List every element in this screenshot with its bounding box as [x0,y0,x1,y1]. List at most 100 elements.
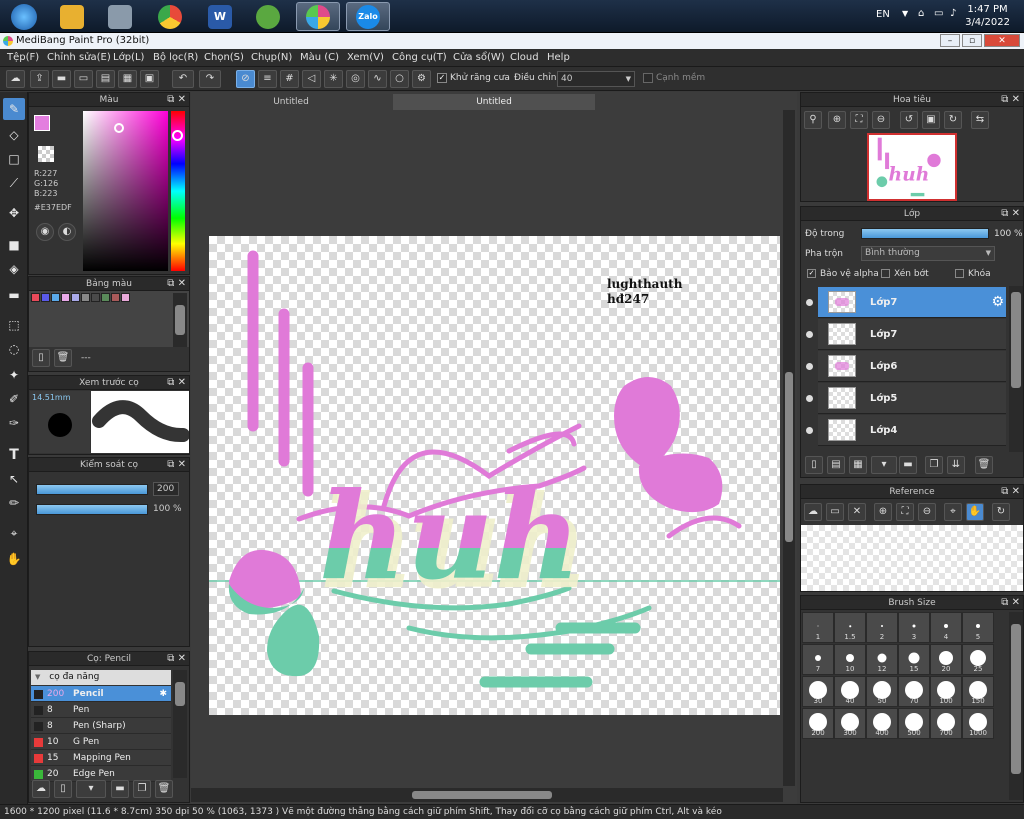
palette-swatch[interactable] [31,293,40,302]
brush-settings-icon[interactable]: ✱ [159,686,167,702]
panel-close-icon[interactable]: ⧉ ✕ [167,93,186,107]
brush-group-header[interactable]: ▼ cọ đa năng [31,670,171,685]
lock-checkbox[interactable] [955,269,964,278]
hand-tool-icon[interactable]: ✋ [3,548,25,570]
pages-icon[interactable]: ▦ [118,70,137,88]
brush-list-item[interactable]: 8 Pen [31,702,171,718]
brush-size-option[interactable]: 500 [898,708,930,739]
reference-close-icon[interactable]: ✕ [848,503,866,521]
duplicate-layer-icon[interactable]: ❐ [925,456,943,474]
taskbar-camtasia[interactable] [246,2,290,31]
fit-icon[interactable]: ⛶ [850,111,868,129]
layer-item[interactable]: Lớp7 [818,319,1006,350]
taskbar-zalo[interactable]: Zalo [346,2,390,31]
brush-size-slider[interactable] [36,484,148,495]
antialias-checkbox[interactable]: ✓ [437,73,447,83]
menu-view[interactable]: Xem(V) [347,52,384,63]
reference-view[interactable] [801,525,1023,591]
close-button[interactable]: ✕ [984,34,1020,47]
canvas-horizontal-scrollbar[interactable] [191,788,783,802]
operation-tool-icon[interactable]: ↖ [3,468,25,490]
rotate-left-icon[interactable]: ↺ [900,111,918,129]
brush-size-option[interactable]: 30 [802,676,834,707]
brush-size-option[interactable]: 400 [866,708,898,739]
eyedropper-tool-icon[interactable]: ⌖ [3,522,25,544]
palette-icon[interactable]: ◉ [36,223,54,241]
zoom-out-nav-icon[interactable]: ⚲ [804,111,822,129]
panel-close-icon[interactable]: ⧉ ✕ [167,376,186,390]
brush-size-option[interactable]: 300 [834,708,866,739]
magic-wand-tool-icon[interactable]: ✦ [3,364,25,386]
brush-size-option[interactable]: 10 [834,644,866,675]
snap-curve-icon[interactable]: ∿ [368,70,387,88]
actual-size-icon[interactable]: ▣ [922,111,940,129]
menu-edit[interactable]: Chỉnh sửa(E) [47,52,111,63]
panel-close-icon[interactable]: ⧉ ✕ [167,277,186,291]
brush-size-scrollbar[interactable] [1009,612,1023,800]
document-tab-2[interactable]: Untitled [393,94,595,110]
brush-list-item[interactable]: 200 Pencil ✱ [31,686,171,702]
bucket-tool-icon[interactable]: ◈ [3,258,25,280]
brush-size-option[interactable]: 700 [930,708,962,739]
taskbar-chrome[interactable] [148,2,192,31]
foreground-color-swatch[interactable] [34,115,50,131]
flip-icon[interactable]: ⇆ [971,111,989,129]
reference-zoom-in-icon[interactable]: ⊕ [874,503,892,521]
move-tool-icon[interactable]: ✥ [3,202,25,224]
language-indicator[interactable]: EN [876,9,890,20]
reference-open-icon[interactable]: ▭ [826,503,844,521]
menu-capture[interactable]: Chụp(N) [251,52,292,63]
brush-size-option[interactable]: 1 [802,612,834,643]
protect-alpha-checkbox[interactable]: ✓ [807,269,816,278]
palette-scrollbar[interactable] [173,293,187,347]
palette-swatch[interactable] [121,293,130,302]
monitor-icon[interactable]: ▭ [934,8,943,19]
snap-perspective-icon[interactable]: ◁ [302,70,321,88]
brush-size-option[interactable]: 70 [898,676,930,707]
layers-scrollbar[interactable] [1009,286,1023,452]
menu-layer[interactable]: Lớp(L) [113,52,144,63]
layer-item[interactable]: Lớp7 ⚙ [818,287,1006,318]
network-icon[interactable]: ⌂ [918,8,924,19]
brush-size-option[interactable]: 20 [930,644,962,675]
start-button[interactable] [2,2,46,31]
panel-close-icon[interactable]: ⧉ ✕ [167,458,186,472]
text-tool-icon[interactable]: T [3,444,25,466]
add-brush-menu-icon[interactable]: ▾ [76,780,106,798]
taskbar-word[interactable]: W [198,2,242,31]
reference-cloud-icon[interactable]: ☁ [804,503,822,521]
palette-swatch[interactable] [101,293,110,302]
menu-cloud[interactable]: Cloud [510,52,539,63]
undo-icon[interactable]: ↶ [172,70,194,88]
reference-eyedropper-icon[interactable]: ⌖ [944,503,962,521]
layer-visibility-icon[interactable] [806,427,813,434]
maximize-button[interactable]: ▫ [962,34,982,47]
panel-close-icon[interactable]: ⧉ ✕ [1001,485,1020,499]
reference-rotate-icon[interactable]: ↻ [992,503,1010,521]
new-halftone-layer-icon[interactable]: ▤ [827,456,845,474]
brush-size-option[interactable]: 4 [930,612,962,643]
soft-edge-checkbox[interactable] [643,73,653,83]
brush-size-option[interactable]: 7 [802,644,834,675]
tray-arrow-icon[interactable]: ▼ [902,9,908,18]
grid-icon[interactable]: ▣ [140,70,159,88]
delete-layer-icon[interactable]: 🗑 [975,456,993,474]
new-palette-icon[interactable]: ▯ [32,349,50,367]
brush-size-option[interactable]: 2 [866,612,898,643]
layer-opacity-slider[interactable] [861,228,989,239]
panel-close-icon[interactable]: ⧉ ✕ [1001,596,1020,610]
select-pen-tool-icon[interactable]: ✐ [3,388,25,410]
palette-swatch[interactable] [61,293,70,302]
minimize-button[interactable]: – [940,34,960,47]
menu-window[interactable]: Cửa sổ(W) [453,52,505,63]
new-layer-icon[interactable]: ▯ [805,456,823,474]
brush-list-item[interactable]: 8 Pen (Sharp) [31,718,171,734]
layer-visibility-icon[interactable] [806,331,813,338]
brush-size-option[interactable]: 25 [962,644,994,675]
layer-visibility-icon[interactable] [806,395,813,402]
snap-grid-icon[interactable]: # [280,70,299,88]
drawing-canvas[interactable]: huh huh huh lughthauth hđ247 [209,236,780,715]
panel-close-icon[interactable]: ⧉ ✕ [1001,93,1020,107]
layer-item[interactable]: Lớp4 [818,415,1006,446]
layer-folder-icon[interactable]: ▬ [899,456,917,474]
